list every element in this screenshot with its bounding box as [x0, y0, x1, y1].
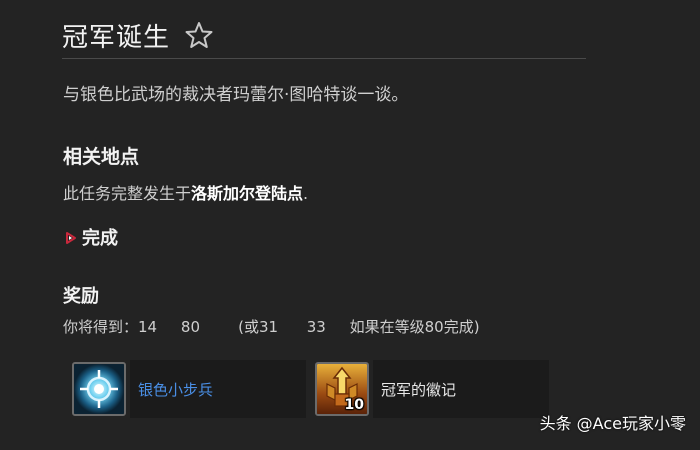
champions-seal-icon: 10 — [315, 362, 369, 416]
watermark: 头条 @Ace玩家小零 — [539, 414, 686, 433]
reward-item-argent-squire[interactable]: 银色小步兵 — [70, 360, 306, 418]
argent-squire-icon — [72, 362, 126, 416]
reward-name: 银色小步兵 — [138, 380, 214, 399]
location-prefix: 此任务完整发生于 — [63, 184, 192, 203]
expand-triangle-icon — [65, 230, 77, 244]
quest-title-row: 冠军诞生 — [62, 12, 586, 59]
reward-name: 冠军的徽记 — [381, 380, 457, 399]
star-icon[interactable] — [184, 20, 214, 50]
location-heading: 相关地点 — [63, 146, 140, 168]
completion-label: 完成 — [82, 228, 118, 249]
rewards-heading: 奖励 — [63, 286, 99, 307]
reward-name-box: 银色小步兵 — [130, 360, 306, 418]
location-text: 此任务完整发生于洛斯加尔登陆点. — [63, 180, 308, 204]
reward-summary: 你将得到：14 80 (或31 33 如果在等级80完成) — [63, 318, 480, 336]
location-link[interactable]: 洛斯加尔登陆点 — [191, 184, 303, 203]
quest-description: 与银色比武场的裁决者玛蕾尔·图哈特谈一谈。 — [63, 85, 409, 105]
reward-name-box: 冠军的徽记 — [373, 360, 549, 418]
completion-toggle[interactable]: 完成 — [65, 224, 118, 250]
reward-count: 10 — [344, 397, 364, 413]
quest-title: 冠军诞生 — [62, 22, 171, 53]
reward-item-champions-seal[interactable]: 10 冠军的徽记 — [313, 360, 549, 418]
location-suffix: . — [303, 184, 309, 203]
